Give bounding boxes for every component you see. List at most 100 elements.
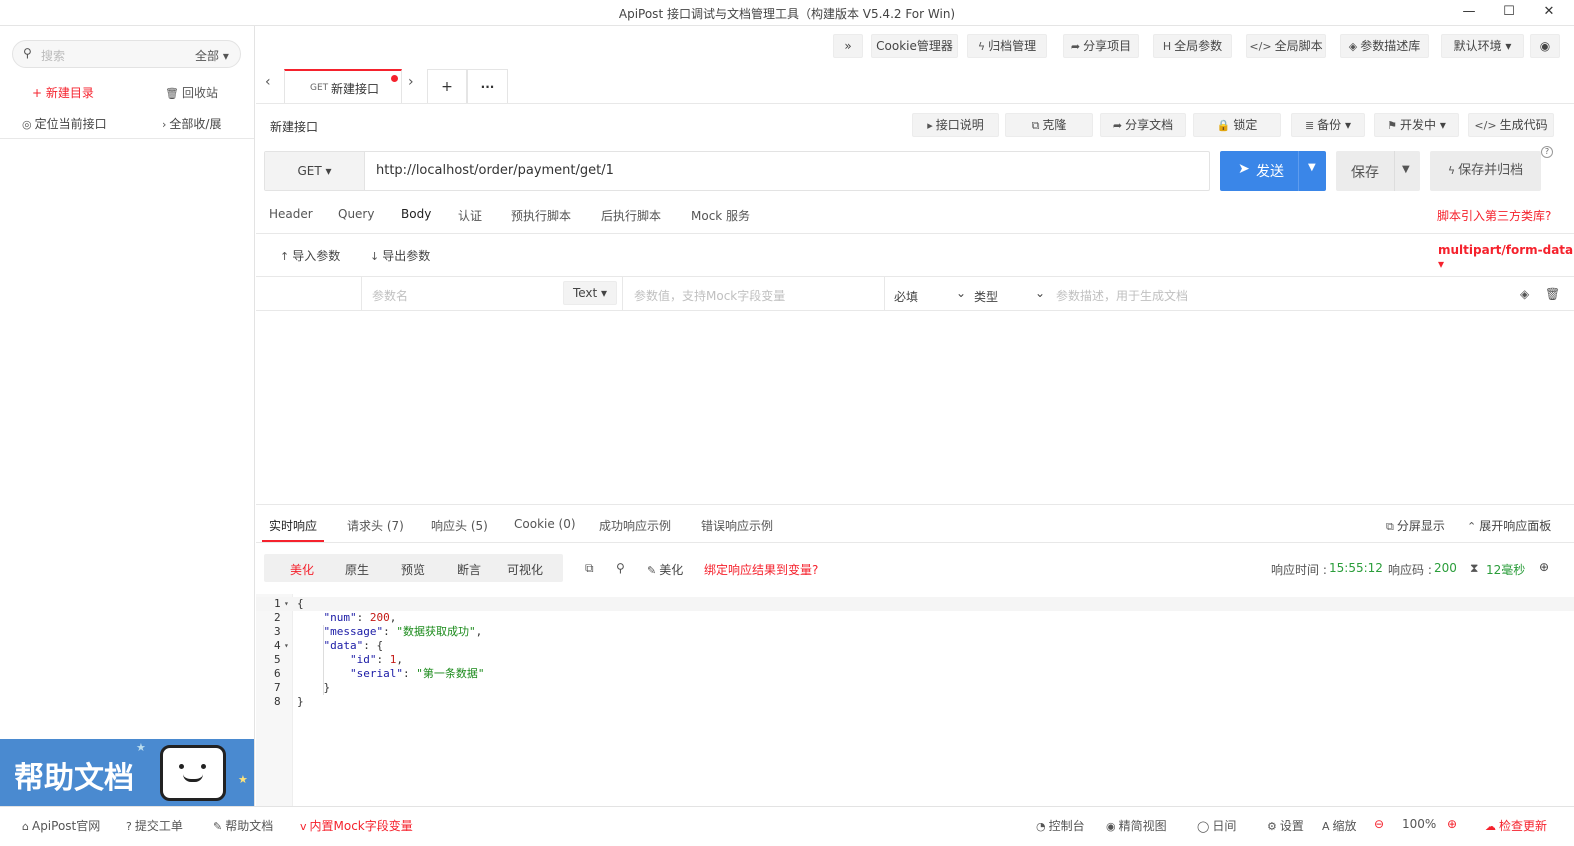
tab-new-api[interactable]: GET 新建接口	[284, 69, 402, 103]
param-type-select[interactable]: Text ▾	[563, 281, 617, 305]
close-button[interactable]: ✕	[1534, 2, 1564, 24]
beautify-button[interactable]: ✎ 美化	[647, 561, 683, 578]
locate-current-button[interactable]: ◎ 定位当前接口	[22, 115, 107, 132]
clone-button[interactable]: ⧉ 克隆	[1005, 113, 1093, 137]
tab-query[interactable]: Query	[338, 207, 374, 221]
unsaved-dot	[391, 75, 398, 82]
share-project-button[interactable]: ➦ 分享项目	[1063, 34, 1139, 58]
tab-scroll-left[interactable]: ‹	[265, 74, 271, 90]
submit-ticket-link[interactable]: ? 提交工单	[126, 817, 183, 834]
question-icon: ?	[126, 820, 132, 833]
compact-view-toggle[interactable]: ◉ 精简视图	[1106, 817, 1167, 834]
tab-more-button[interactable]: ···	[467, 69, 508, 103]
day-mode-toggle[interactable]: ◯ 日间	[1197, 817, 1236, 834]
chevron-down-icon[interactable]: ⌄	[1035, 286, 1045, 300]
apipost-site-link[interactable]: ⌂ ApiPost官网	[22, 817, 100, 834]
maximize-button[interactable]: ☐	[1494, 2, 1524, 24]
eye-icon[interactable]: ◉	[1530, 34, 1560, 58]
split-view-button[interactable]: ⧉ 分屏显示	[1386, 517, 1445, 534]
mock-vars-link[interactable]: v 内置Mock字段变量	[300, 817, 413, 834]
zoom-in-icon[interactable]: ⊕	[1447, 817, 1457, 831]
method-select[interactable]: GET ▾	[265, 152, 365, 190]
tab-error-example[interactable]: 错误响应示例	[701, 517, 773, 534]
tab-header[interactable]: Header	[269, 207, 313, 221]
archive-manager-button[interactable]: ϟ 归档管理	[967, 34, 1047, 58]
location-icon: ◎	[22, 118, 32, 131]
console-button[interactable]: ◔ 控制台	[1036, 817, 1085, 834]
new-directory-button[interactable]: + 新建目录	[32, 84, 94, 101]
chevron-down-icon[interactable]: ⌄	[956, 286, 966, 300]
sidebar: ⚲ 搜索 全部 ▾ + 新建目录 🗑 回收站 ◎ 定位当前接口 › 全部收/展 帮助文…	[0, 26, 255, 806]
save-archive-button[interactable]: ϟ 保存并归档	[1430, 151, 1541, 191]
help-banner[interactable]: 帮助文档 ★ ★	[0, 739, 254, 806]
tab-mock[interactable]: Mock 服务	[691, 207, 750, 224]
share-icon: ➦	[1070, 40, 1081, 53]
check-update-link[interactable]: ☁ 检查更新	[1485, 817, 1547, 834]
param-library-button[interactable]: ◈ 参数描述库	[1340, 34, 1429, 58]
view-tab-preview[interactable]: 预览	[401, 561, 425, 578]
view-tab-assert[interactable]: 断言	[457, 561, 481, 578]
fold-markers[interactable]: ▾ ▾	[284, 597, 289, 653]
view-tab-visualize[interactable]: 可视化	[507, 561, 543, 578]
send-button[interactable]: ➤ 发送 ▼	[1220, 151, 1326, 191]
send-dropdown-icon[interactable]: ▼	[1308, 162, 1316, 173]
content-type-select[interactable]: multipart/form-data ▾	[1438, 243, 1574, 271]
cube-icon[interactable]: ◈	[1520, 287, 1529, 301]
view-tab-raw[interactable]: 原生	[345, 561, 369, 578]
param-name-input[interactable]: 参数名	[372, 287, 408, 304]
more-button[interactable]: »	[833, 34, 863, 58]
tab-success-example[interactable]: 成功响应示例	[599, 517, 671, 534]
search-icon[interactable]: ⚲	[616, 561, 625, 575]
zoom-out-icon[interactable]: ⊖	[1374, 817, 1384, 831]
environment-select[interactable]: 默认环境 ▾	[1441, 34, 1524, 58]
tab-scroll-right[interactable]: ›	[408, 74, 414, 90]
bolt-icon: ϟ	[977, 40, 986, 53]
url-input[interactable]: http://localhost/order/payment/get/1	[376, 163, 614, 178]
share-doc-button[interactable]: ➦ 分享文档	[1100, 113, 1186, 137]
help-icon[interactable]: ?	[1541, 146, 1553, 158]
save-dropdown-icon[interactable]: ▼	[1402, 164, 1410, 175]
cookie-manager-button[interactable]: Cookie管理器	[871, 34, 958, 58]
export-params-button[interactable]: ↓ 导出参数	[370, 247, 430, 264]
tab-live-response[interactable]: 实时响应	[269, 517, 317, 534]
download-icon[interactable]: ⊕	[1539, 560, 1549, 574]
global-params-button[interactable]: H 全局参数	[1153, 34, 1232, 58]
recycle-bin-button[interactable]: 🗑 回收站	[165, 84, 218, 101]
tab-cookie[interactable]: Cookie (0)	[514, 517, 576, 531]
search-input[interactable]: 搜索	[41, 47, 65, 64]
generate-code-button[interactable]: </> 生成代码	[1468, 113, 1554, 137]
v-icon: v	[300, 820, 307, 833]
chevron-up-icon: ⌃	[1467, 520, 1477, 533]
settings-button[interactable]: ⚙ 设置	[1267, 817, 1304, 834]
copy-icon[interactable]: ⧉	[585, 561, 594, 576]
tab-post-script[interactable]: 后执行脚本	[601, 207, 661, 224]
required-select[interactable]: 必填	[894, 288, 918, 305]
lock-button[interactable]: 🔒 锁定	[1193, 113, 1281, 137]
tab-request-headers[interactable]: 请求头 (7)	[347, 517, 404, 534]
add-tab-button[interactable]: +	[427, 69, 467, 103]
tab-response-headers[interactable]: 响应头 (5)	[431, 517, 488, 534]
status-select[interactable]: ⚑ 开发中 ▾	[1374, 113, 1459, 137]
filter-select[interactable]: 全部 ▾	[195, 47, 229, 64]
global-script-button[interactable]: </> 全局脚本	[1246, 34, 1326, 58]
backup-select[interactable]: ≣ 备份 ▾	[1291, 113, 1365, 137]
save-button[interactable]: 保存 ▼	[1336, 151, 1420, 191]
tab-pre-script[interactable]: 预执行脚本	[511, 207, 571, 224]
view-tab-beautify[interactable]: 美化	[290, 561, 314, 578]
expand-panel-button[interactable]: ⌃ 展开响应面板	[1467, 517, 1551, 534]
expand-all-button[interactable]: › 全部收/展	[162, 115, 221, 132]
tab-body[interactable]: Body	[401, 207, 431, 221]
help-doc-link[interactable]: ✎ 帮助文档	[213, 817, 273, 834]
api-doc-button[interactable]: ▸ 接口说明	[912, 113, 999, 137]
tab-auth[interactable]: 认证	[458, 207, 482, 224]
bind-variable-link[interactable]: 绑定响应结果到变量?	[704, 561, 818, 578]
minimize-button[interactable]: —	[1454, 2, 1484, 24]
api-name[interactable]: 新建接口	[270, 118, 318, 135]
script-library-link[interactable]: 脚本引入第三方类库?	[1437, 207, 1551, 224]
kind-select[interactable]: 类型	[974, 288, 998, 305]
delete-icon[interactable]: 🗑	[1545, 287, 1560, 301]
param-desc-input[interactable]: 参数描述，用于生成文档	[1056, 287, 1188, 304]
import-params-button[interactable]: ↑ 导入参数	[280, 247, 340, 264]
sidebar-search[interactable]: ⚲ 搜索 全部 ▾	[12, 40, 241, 68]
param-value-input[interactable]: 参数值，支持Mock字段变量	[634, 287, 785, 304]
